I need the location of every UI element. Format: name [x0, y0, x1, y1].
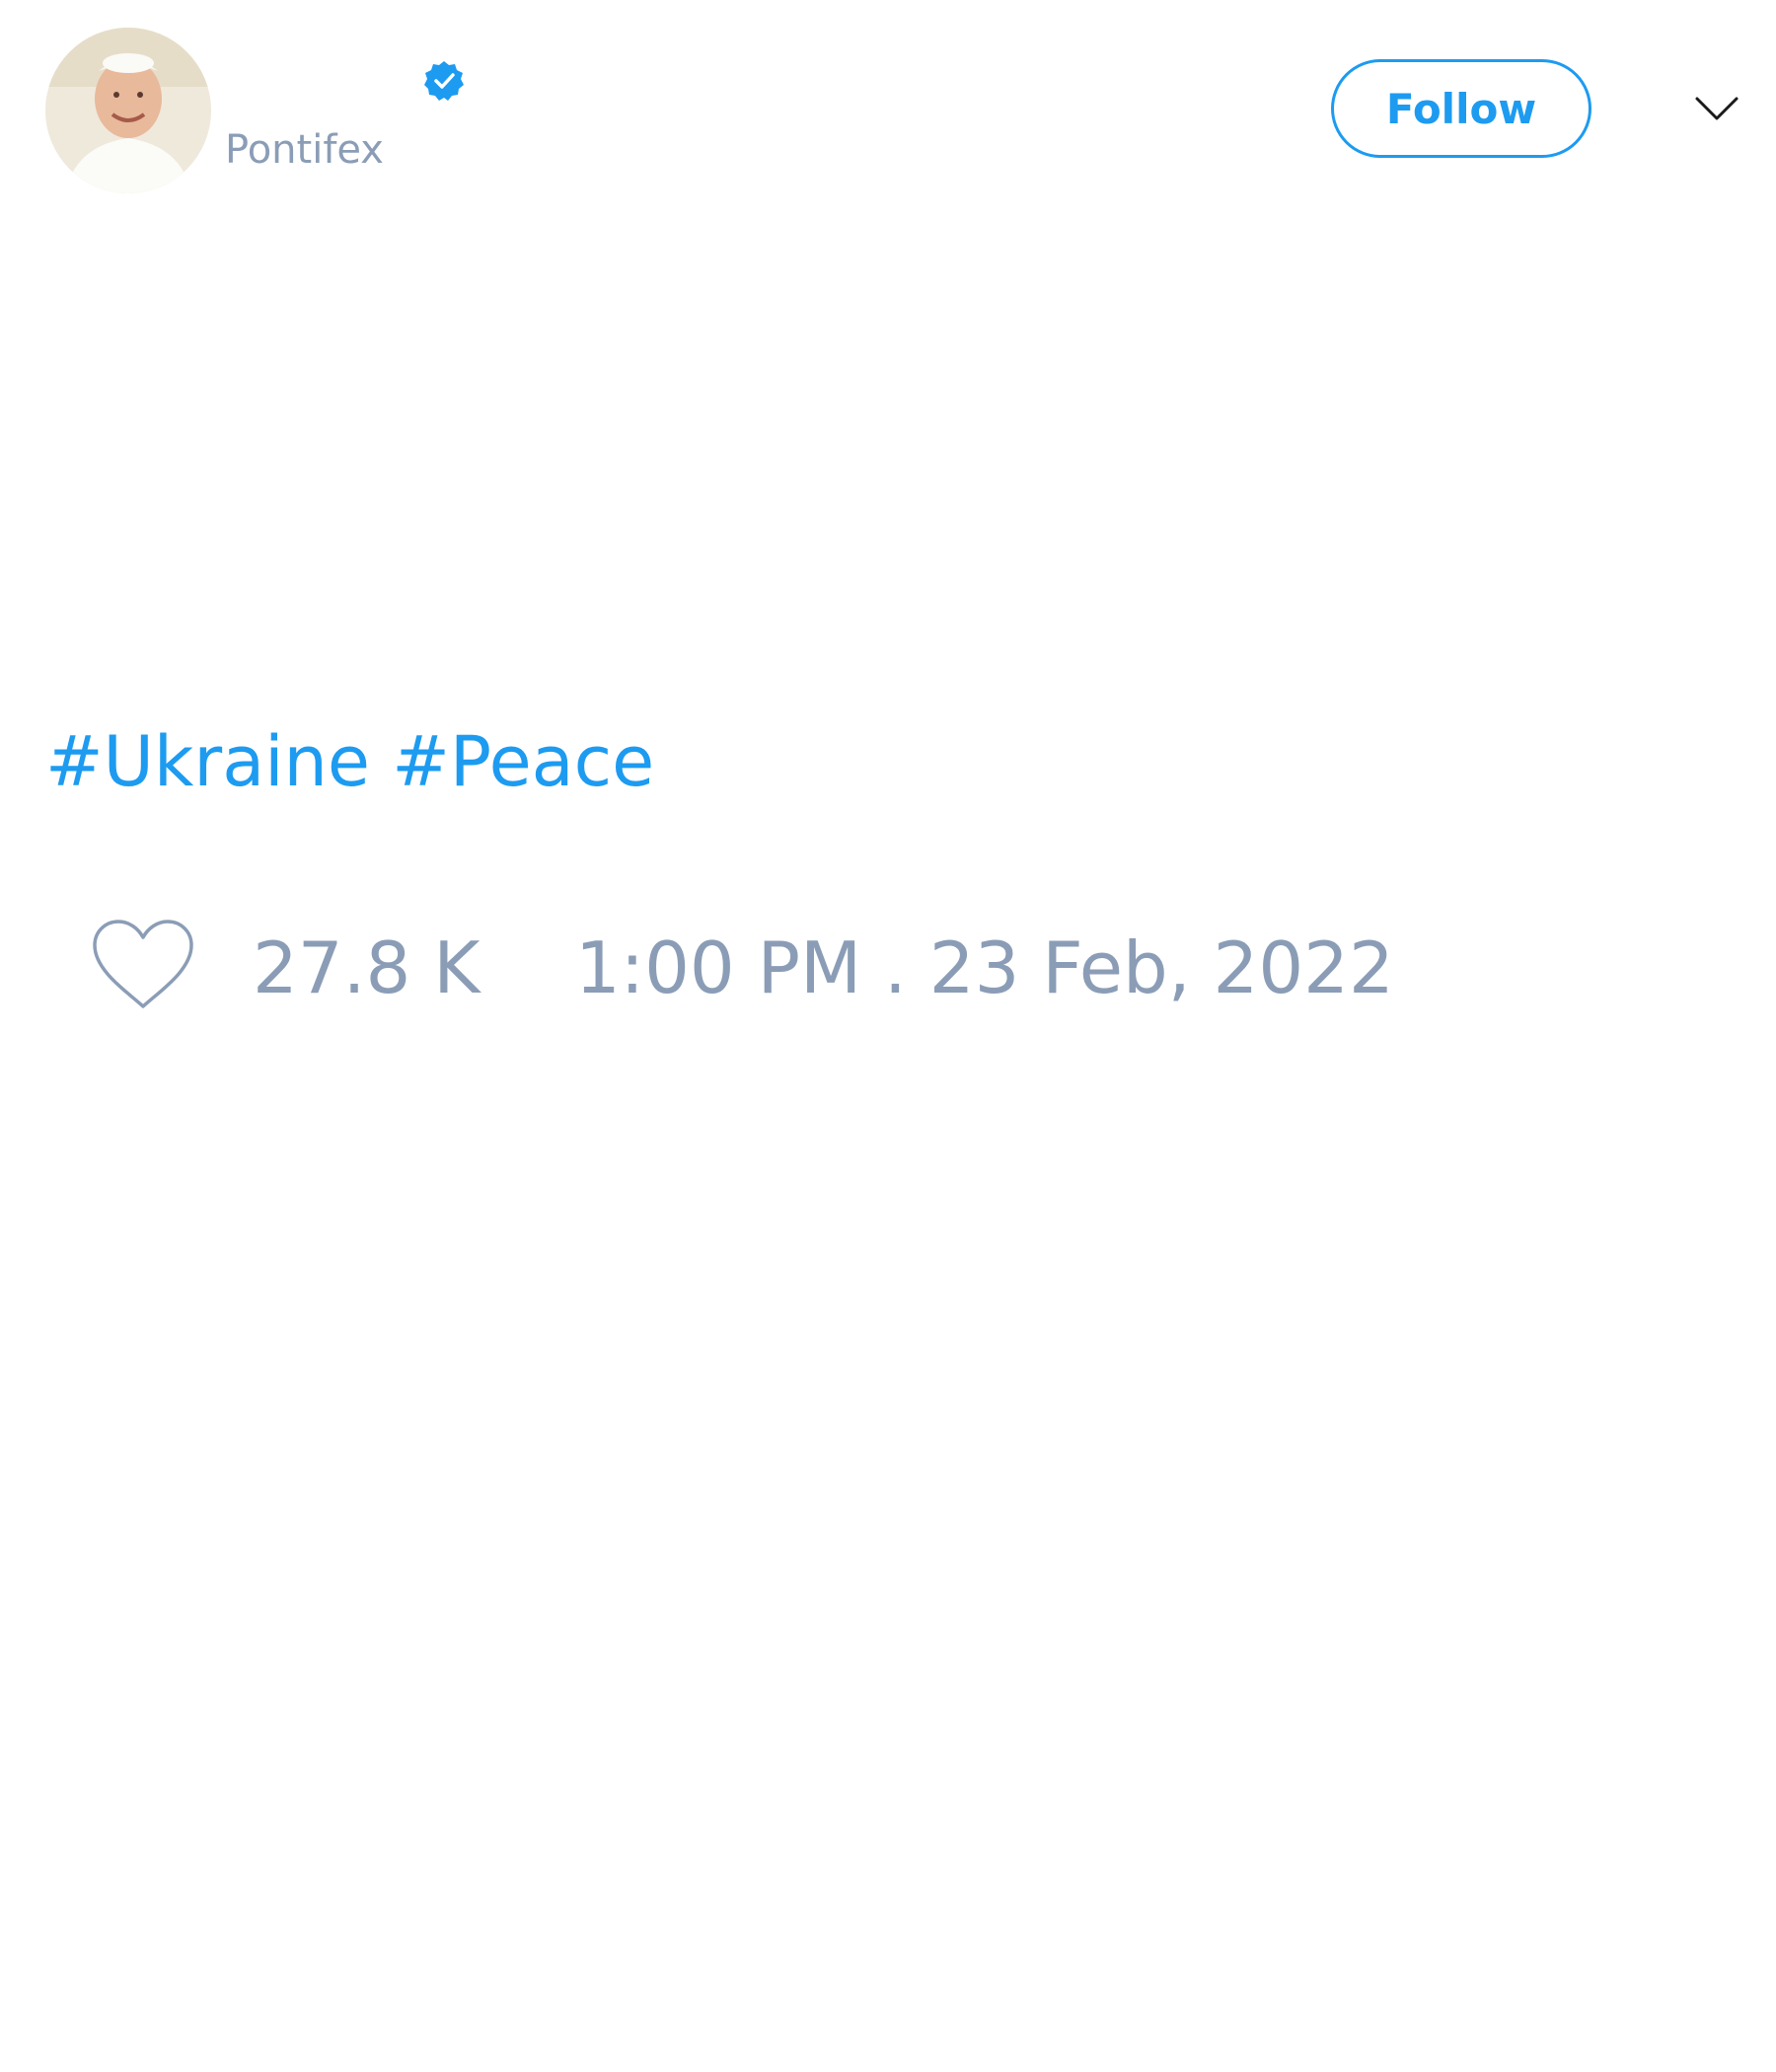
- heart-icon[interactable]: [89, 918, 197, 1012]
- verified-badge-icon: [422, 59, 466, 103]
- avatar[interactable]: [45, 28, 211, 193]
- username[interactable]: Pontifex: [225, 126, 384, 174]
- hashtag-ukraine-link[interactable]: #Ukraine: [45, 721, 370, 802]
- chevron-down-icon[interactable]: [1693, 93, 1740, 124]
- tweet-timestamp[interactable]: 1:00 PM . 23 Feb, 2022: [575, 925, 1394, 1010]
- follow-button[interactable]: Follow: [1331, 59, 1591, 158]
- tweet-text: #Ukraine #Peace: [45, 720, 654, 803]
- like-count: 27.8 K: [253, 926, 481, 1009]
- hashtag-peace-link[interactable]: #Peace: [392, 721, 654, 802]
- profile-photo-image: [45, 28, 211, 193]
